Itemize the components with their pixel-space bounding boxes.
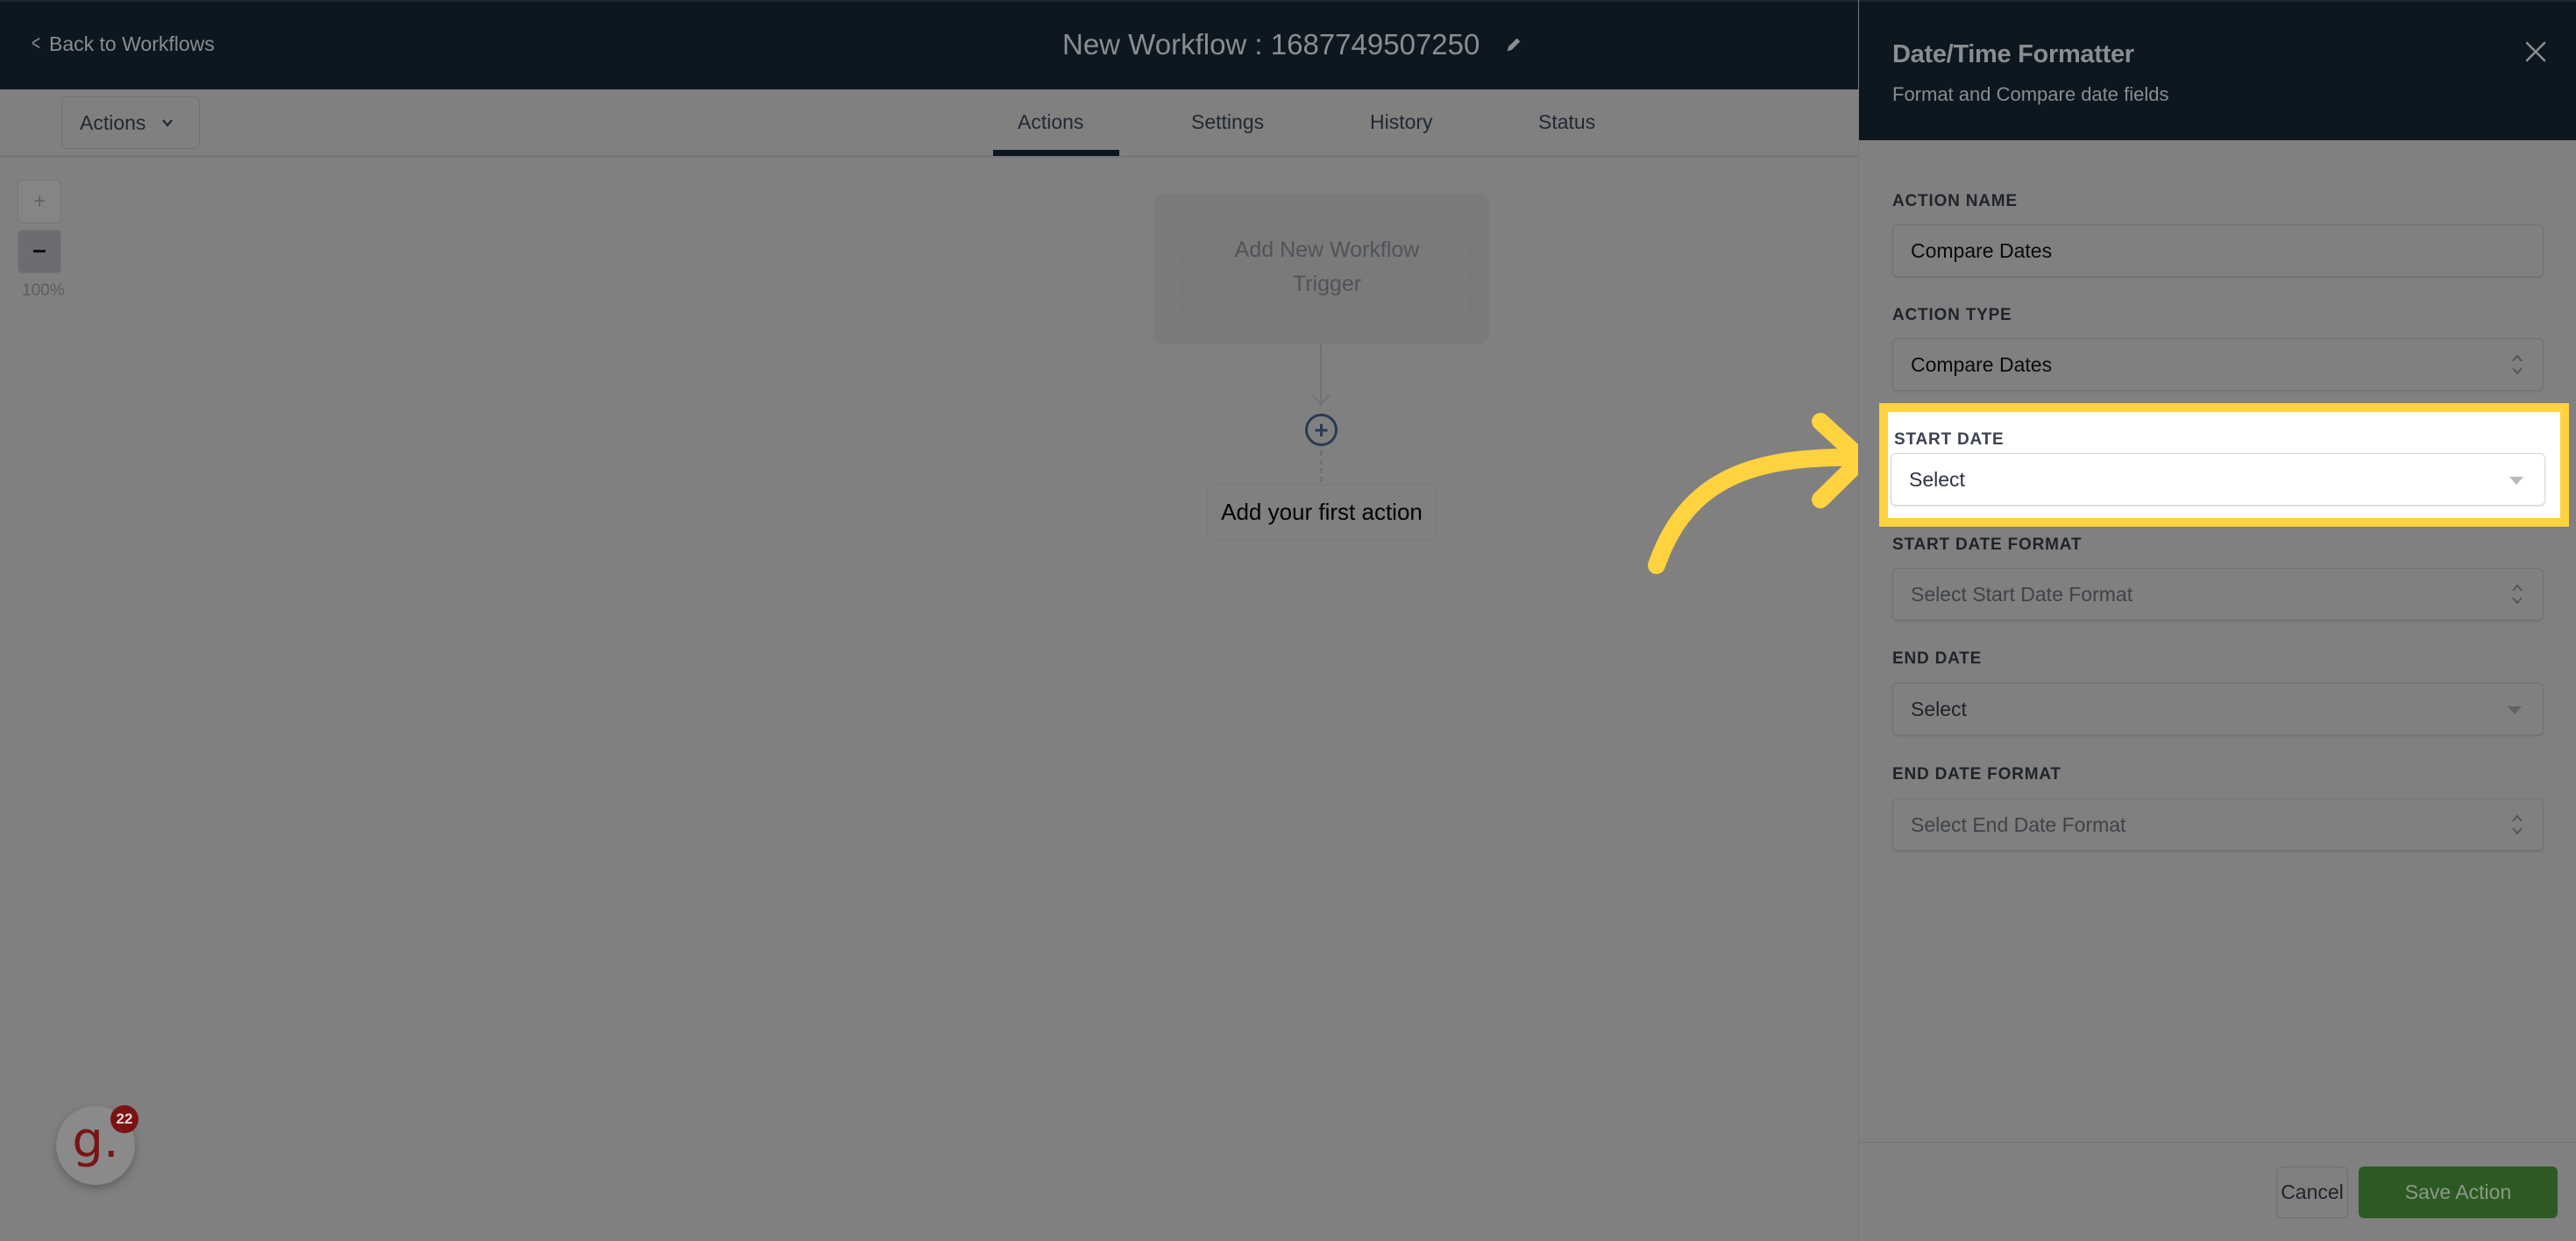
select-updown-icon (2512, 584, 2523, 605)
action-name-label: ACTION NAME (1892, 192, 2018, 210)
end-date-dropdown[interactable]: Select (1892, 683, 2544, 735)
caret-down-icon (2508, 706, 2522, 714)
start-date-label: START DATE (1894, 430, 2005, 449)
panel-header: Date/Time Formatter Format and Compare d… (1859, 0, 2576, 140)
pencil-icon[interactable] (1504, 35, 1523, 54)
chevron-down-icon (162, 119, 174, 127)
caret-down-icon (2509, 477, 2523, 485)
panel-subtitle: Format and Compare date fields (1892, 83, 2169, 105)
start-date-format-select[interactable]: Select Start Date Format (1892, 568, 2544, 620)
zoom-in-button[interactable]: + (18, 180, 61, 223)
select-updown-icon (2512, 814, 2523, 835)
connector-dashed-line (1320, 450, 1323, 482)
tab-bar: Actions Actions Settings History Status (0, 89, 1858, 158)
action-config-panel: Date/Time Formatter Format and Compare d… (1858, 0, 2576, 1241)
start-date-format-label: START DATE FORMAT (1892, 535, 2083, 554)
zoom-out-button[interactable]: − (18, 230, 61, 273)
end-date-value: Select (1911, 697, 1967, 720)
back-link-label: Back to Workflows (49, 32, 215, 55)
footer-divider (1859, 1142, 2576, 1143)
cancel-button[interactable]: Cancel (2276, 1167, 2348, 1218)
tab-actions[interactable]: Actions (1018, 110, 1083, 134)
workflow-title: New Workflow : 1687749507250 (1062, 28, 1523, 61)
action-type-value: Compare Dates (1911, 352, 2053, 376)
tab-settings[interactable]: Settings (1191, 110, 1264, 134)
start-date-dropdown[interactable]: Select (1891, 453, 2545, 506)
action-name-value: Compare Dates (1911, 238, 2053, 262)
start-date-highlight: START DATE Select (1879, 403, 2569, 527)
chevron-left-icon: < (32, 32, 40, 55)
arrow-down-icon (1311, 394, 1331, 406)
active-tab-indicator (993, 150, 1119, 156)
actions-dropdown[interactable]: Actions (61, 96, 200, 149)
panel-title: Date/Time Formatter (1892, 40, 2134, 68)
workflow-title-text: New Workflow : 1687749507250 (1062, 28, 1480, 60)
add-trigger-button[interactable]: Add New Workflow Trigger (1182, 216, 1472, 318)
zoom-level: 100% (22, 281, 65, 300)
annotation-arrow-icon (1648, 413, 1870, 574)
actions-dropdown-label: Actions (80, 110, 146, 134)
save-action-button[interactable]: Save Action (2359, 1167, 2558, 1218)
end-date-format-label: END DATE FORMAT (1892, 765, 2062, 784)
back-to-workflows-link[interactable]: < Back to Workflows (30, 32, 215, 56)
plus-icon: + (1314, 415, 1329, 443)
tab-history[interactable]: History (1370, 110, 1433, 134)
action-name-input[interactable]: Compare Dates (1892, 224, 2544, 277)
end-date-format-placeholder: Select End Date Format (1911, 812, 2126, 836)
tab-status[interactable]: Status (1538, 110, 1595, 134)
action-type-label: ACTION TYPE (1892, 306, 2012, 324)
add-first-action-button[interactable]: Add your first action (1207, 484, 1437, 540)
select-updown-icon (2512, 354, 2523, 375)
end-date-format-select[interactable]: Select End Date Format (1892, 798, 2544, 851)
start-date-format-placeholder: Select Start Date Format (1911, 582, 2133, 606)
notification-count-badge: 22 (110, 1105, 138, 1133)
end-date-label: END DATE (1892, 649, 1983, 668)
start-date-value: Select (1909, 467, 1965, 491)
action-type-select[interactable]: Compare Dates (1892, 338, 2544, 391)
add-step-button[interactable]: + (1305, 414, 1338, 446)
close-icon[interactable] (2521, 37, 2551, 67)
